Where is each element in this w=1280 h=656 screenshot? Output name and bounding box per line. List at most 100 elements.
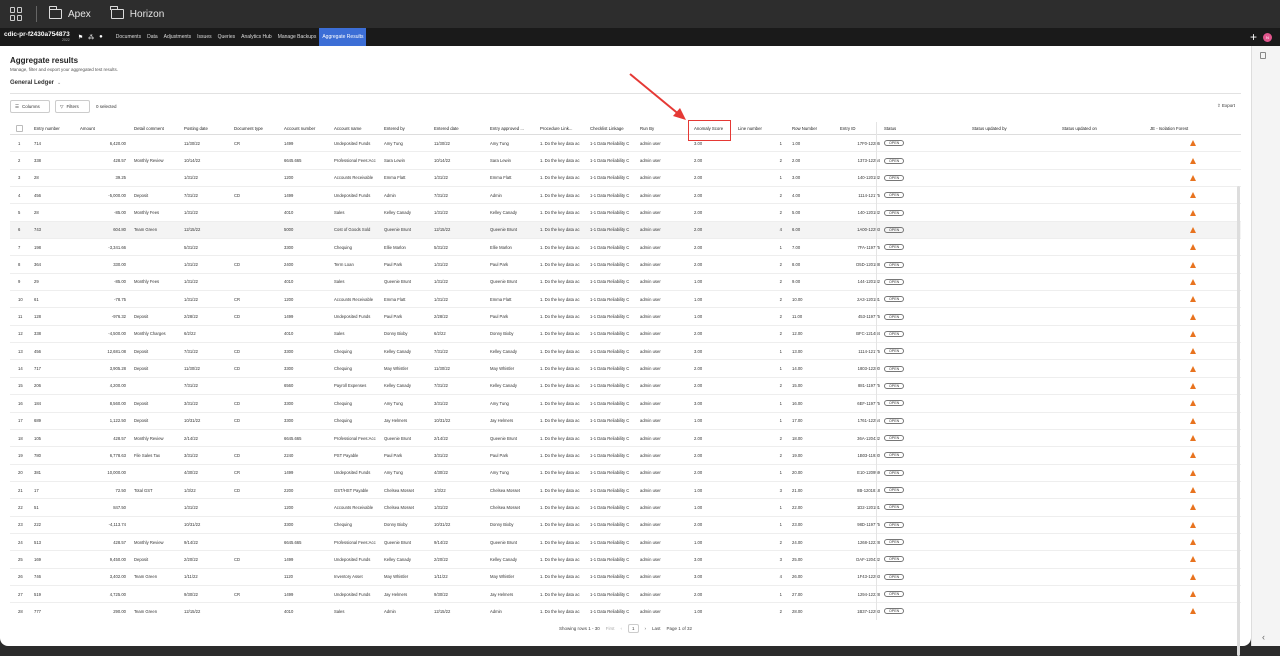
tab-aggregate-results[interactable]: Aggregate Results	[319, 28, 367, 46]
status-badge[interactable]: OPEN	[884, 400, 905, 407]
add-icon[interactable]: +	[1250, 30, 1257, 44]
table-row[interactable]: 1 714 6,420.00 11/30/22 CR 1499 Undeposited Fu…	[10, 135, 1241, 153]
table-row[interactable]: 16 184 8,560.00 Deposit 3/31/22 CD 3300 Chequin…	[10, 395, 1241, 413]
status-badge[interactable]: OPEN	[884, 365, 905, 372]
select-all-cell[interactable]	[16, 122, 26, 134]
table-row[interactable]: 6 743 604.80 Team Green 12/15/22 5000 Cost of …	[10, 221, 1241, 240]
status-badge[interactable]: OPEN	[884, 348, 905, 355]
column-header[interactable]: Status updated by	[972, 122, 1054, 134]
column-header[interactable]: Account name	[334, 122, 384, 134]
select-all-checkbox[interactable]	[16, 124, 23, 132]
document-icon[interactable]	[1260, 52, 1266, 59]
status-badge[interactable]: OPEN	[884, 417, 905, 424]
tab-adjustments[interactable]: Adjustments	[161, 28, 195, 46]
status-badge[interactable]: OPEN	[884, 226, 905, 233]
last-page-button[interactable]: Last	[652, 626, 661, 631]
table-row[interactable]: 28 777 290.00 Team Green 12/15/22 4010 Sales Ad…	[10, 603, 1241, 620]
status-badge[interactable]: OPEN	[884, 192, 905, 199]
table-row[interactable]: 7 198 -3,341.66 5/31/22 3300 Chequing Ellie Ma…	[10, 239, 1241, 257]
table-row[interactable]: 14 717 3,905.28 Deposit 11/30/22 CD 3300 Chequi…	[10, 360, 1241, 378]
table-row[interactable]: 24 513 428.57 Monthly Review 9/14/22 6645.665…	[10, 534, 1241, 552]
column-header[interactable]: Entered date	[434, 122, 486, 134]
dataset-selector[interactable]: General Ledger ⌄	[10, 80, 61, 86]
table-row[interactable]: 19 780 6,778.63 File Sales Tax 3/31/22 CD 2240…	[10, 447, 1241, 465]
filters-button[interactable]: ▽ Filters	[55, 100, 90, 113]
engagement-id[interactable]: cdic-pr-f2430a754873 2022	[4, 31, 70, 42]
breadcrumb-apex[interactable]: Apex	[48, 6, 91, 20]
table-row[interactable]: 5 28 -85.00 Monthly Fees 1/31/22 4010 Sales Kel…	[10, 204, 1241, 222]
column-header[interactable]: Entry ID	[840, 122, 880, 134]
status-badge[interactable]: OPEN	[884, 244, 905, 251]
status-badge[interactable]: OPEN	[884, 278, 905, 285]
table-row[interactable]: 9 29 -85.00 Monthly Fees 1/31/22 4010 Sales Que…	[10, 274, 1241, 292]
avatar[interactable]: N	[1263, 32, 1272, 42]
status-badge[interactable]: OPEN	[884, 435, 905, 442]
next-page-icon[interactable]: ›	[645, 626, 647, 631]
tab-manage-backups[interactable]: Manage Backups	[275, 28, 320, 46]
tab-queries[interactable]: Queries	[215, 28, 239, 46]
status-badge[interactable]: OPEN	[884, 174, 905, 181]
current-page-input[interactable]: 1	[627, 623, 639, 633]
status-badge[interactable]: OPEN	[884, 382, 905, 389]
table-row[interactable]: 15 206 4,200.00 7/31/22 6560 Payroll Expenses…	[10, 378, 1241, 396]
info-icon[interactable]: ●	[99, 34, 103, 41]
hierarchy-icon[interactable]: ⁂	[88, 34, 94, 41]
column-header[interactable]: Detail comment	[134, 122, 184, 134]
status-badge[interactable]: OPEN	[884, 296, 905, 303]
table-row[interactable]: 8 364 330.00 1/31/22 CD 2400 Term Loan Paul Par…	[10, 256, 1241, 274]
status-badge[interactable]: OPEN	[884, 469, 905, 476]
table-row[interactable]: 21 17 72.50 Total GST 1/3/22 CD 2200 GST/HST Pa…	[10, 482, 1241, 500]
tab-documents[interactable]: Documents	[113, 28, 144, 46]
status-badge[interactable]: OPEN	[884, 504, 905, 511]
status-badge[interactable]: OPEN	[884, 209, 905, 216]
column-header[interactable]: Entry approved ...	[490, 122, 540, 134]
column-header[interactable]: Posting date	[184, 122, 234, 134]
flag-icon[interactable]: ⚑	[78, 34, 83, 41]
table-row[interactable]: 27 519 4,725.00 9/30/22 CR 1499 Undeposited Fu…	[10, 586, 1241, 604]
status-badge[interactable]: OPEN	[884, 573, 905, 580]
column-header[interactable]: Entry number	[34, 122, 74, 134]
table-row[interactable]: 25 169 9,450.00 Deposit 2/20/22 CD 1499 Undepos…	[10, 551, 1241, 569]
status-badge[interactable]: OPEN	[884, 261, 905, 268]
export-button[interactable]: ⇪ Export	[1217, 103, 1235, 109]
table-row[interactable]: 18 105 428.57 Monthly Review 2/14/22 6645.665…	[10, 430, 1241, 448]
column-header[interactable]: Row Number	[792, 122, 832, 134]
table-row[interactable]: 3 28 39.25 1/31/22 1200 Accounts Receivable Em…	[10, 170, 1241, 188]
column-header[interactable]: Checklist Linkage	[590, 122, 640, 134]
table-row[interactable]: 2 338 428.57 Monthly Review 10/14/22 6645.665…	[10, 152, 1241, 170]
column-header[interactable]: JE - Isolation Forest	[1150, 122, 1232, 134]
first-page-button[interactable]: First	[606, 626, 615, 631]
table-row[interactable]: 12 338 -4,500.00 Monthly Charges 6/2/22 4010 S…	[10, 326, 1241, 344]
column-header[interactable]: Document type	[234, 122, 284, 134]
column-header[interactable]: Status	[884, 122, 964, 134]
status-badge[interactable]: OPEN	[884, 452, 905, 459]
apps-grid-icon[interactable]	[10, 7, 24, 21]
status-badge[interactable]: OPEN	[884, 539, 905, 546]
status-badge[interactable]: OPEN	[884, 487, 905, 494]
tab-issues[interactable]: Issues	[194, 28, 214, 46]
status-badge[interactable]: OPEN	[884, 313, 905, 320]
prev-page-icon[interactable]: ‹	[620, 626, 622, 631]
table-row[interactable]: 13 456 12,681.08 Deposit 7/31/22 CD 3300 Chequi…	[10, 343, 1241, 361]
table-row[interactable]: 26 746 3,402.00 Team Green 1/11/22 1120 Invent…	[10, 569, 1241, 586]
column-header[interactable]: Run By	[640, 122, 682, 134]
table-row[interactable]: 4 456 -5,000.00 Deposit 7/31/22 CD 1499 Undepos…	[10, 187, 1241, 205]
column-header[interactable]: Account number	[284, 122, 334, 134]
chevron-left-icon[interactable]: ‹	[1262, 632, 1265, 642]
table-row[interactable]: 11 128 -976.32 Deposit 2/28/22 CD 1499 Undeposi…	[10, 308, 1241, 326]
table-row[interactable]: 20 381 10,000.00 4/30/22 CR 1499 Undeposited F…	[10, 465, 1241, 482]
column-header[interactable]: Entered by	[384, 122, 434, 134]
table-row[interactable]: 10 61 -78.75 1/31/22 CR 1200 Accounts Receivab…	[10, 291, 1241, 309]
status-badge[interactable]: OPEN	[884, 157, 905, 164]
status-badge[interactable]: OPEN	[884, 521, 905, 528]
tab-analytics-hub[interactable]: Analytics Hub	[238, 28, 275, 46]
table-row[interactable]: 23 222 -4,113.74 10/31/22 3300 Chequing Donny …	[10, 517, 1241, 534]
status-badge[interactable]: OPEN	[884, 556, 905, 563]
column-header[interactable]: Line number	[738, 122, 782, 134]
status-badge[interactable]: OPEN	[884, 608, 905, 615]
status-badge[interactable]: OPEN	[884, 591, 905, 598]
table-row[interactable]: 17 689 1,122.50 Deposit 10/31/22 CD 3300 Chequi…	[10, 413, 1241, 430]
column-header[interactable]: Status updated on	[1062, 122, 1144, 134]
table-row[interactable]: 22 51 847.50 1/31/22 1200 Accounts Receivable…	[10, 499, 1241, 517]
column-header[interactable]: Amount	[80, 122, 126, 134]
